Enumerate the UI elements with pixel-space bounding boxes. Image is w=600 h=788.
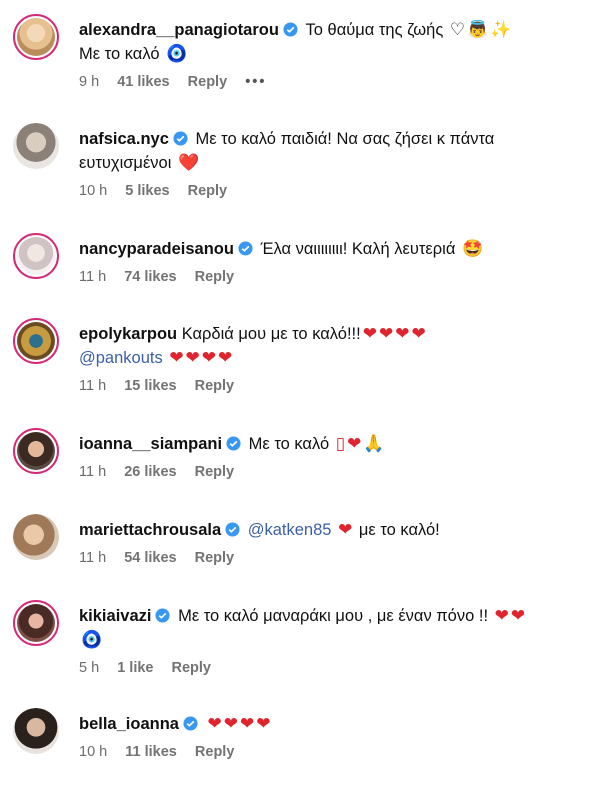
likes-count[interactable]: 54 likes: [124, 550, 176, 566]
likes-count[interactable]: 11 likes: [125, 744, 177, 760]
heart-emoji: ❤️: [177, 153, 202, 172]
timestamp: 11 h: [79, 269, 107, 285]
user-mention-link[interactable]: @pankouts: [79, 349, 163, 367]
avatar[interactable]: [13, 708, 59, 754]
reply-button[interactable]: Reply: [195, 464, 235, 480]
reply-button[interactable]: Reply: [188, 183, 228, 199]
likes-count[interactable]: 5 likes: [125, 183, 169, 199]
likes-count[interactable]: 74 likes: [124, 269, 176, 285]
reply-button[interactable]: Reply: [195, 550, 235, 566]
username[interactable]: ioanna__siampani: [79, 435, 222, 453]
comment-text: Έλα ναιιιιιιιι! Καλή λευτεριά: [260, 240, 456, 258]
heart-emoji: ❤❤❤❤: [169, 348, 235, 367]
avatar[interactable]: [13, 318, 59, 364]
heart-emoji: ❤❤❤❤: [362, 324, 428, 343]
more-options-icon[interactable]: •••: [245, 74, 266, 90]
verified-badge-icon: [238, 241, 253, 256]
verified-badge-icon: [173, 131, 188, 146]
comment-text: Με το καλό μαναράκι μου , με έναν πόνο !…: [178, 607, 489, 625]
comment-text: Με το καλό: [79, 45, 160, 63]
timestamp: 9 h: [79, 74, 100, 90]
user-mention-link[interactable]: @katken85: [248, 521, 332, 539]
comment-text: με το καλό!: [358, 521, 440, 539]
username[interactable]: alexandra__panagiotarou: [79, 21, 279, 39]
comment-text: Το θαύμα της ζωής: [305, 21, 444, 39]
verified-badge-icon: [183, 716, 198, 731]
comment-text: Καρδιά μου με το καλό!!!: [181, 325, 361, 343]
likes-count[interactable]: 1 like: [117, 660, 153, 676]
heart-emoji: ❤: [338, 520, 355, 539]
reply-button[interactable]: Reply: [195, 269, 235, 285]
timestamp: 10 h: [79, 744, 108, 760]
nazar-emoji: 🧿: [81, 630, 105, 649]
likes-count[interactable]: 15 likes: [124, 378, 176, 394]
reply-button[interactable]: Reply: [188, 74, 228, 90]
avatar[interactable]: [13, 233, 59, 279]
comment-text: Με το καλό: [248, 435, 330, 453]
reply-button[interactable]: Reply: [195, 378, 235, 394]
nazar-emoji: 🧿: [166, 44, 190, 63]
timestamp: 5 h: [79, 660, 100, 676]
timestamp: 11 h: [79, 464, 107, 480]
verified-badge-icon: [155, 608, 171, 623]
username[interactable]: mariettachrousala: [79, 521, 221, 539]
avatar[interactable]: [13, 123, 59, 169]
timestamp: 10 h: [79, 183, 108, 199]
avatar[interactable]: [13, 14, 59, 60]
avatar[interactable]: [13, 514, 59, 560]
emoji: ▯❤🙏: [335, 434, 387, 453]
comment-text: ευτυχισμένοι: [79, 154, 172, 172]
username[interactable]: nafsica.nyc: [79, 130, 169, 148]
avatar[interactable]: [13, 428, 59, 474]
reply-button[interactable]: Reply: [195, 744, 235, 760]
likes-count[interactable]: 26 likes: [124, 464, 176, 480]
reply-button[interactable]: Reply: [172, 660, 212, 676]
timestamp: 11 h: [79, 550, 107, 566]
comment-text: Με το καλό παιδιά! Να σας ζήσει κ πάντα: [195, 130, 495, 148]
heart-emoji: ❤❤: [494, 606, 528, 625]
verified-badge-icon: [225, 522, 240, 537]
username[interactable]: bella_ioanna: [79, 715, 179, 733]
heart-emoji: ❤❤❤❤: [207, 714, 273, 733]
verified-badge-icon: [283, 22, 298, 37]
username[interactable]: nancyparadeisanou: [79, 240, 234, 258]
avatar[interactable]: [13, 600, 59, 646]
star-struck-emoji: 🤩: [461, 239, 486, 258]
username[interactable]: kikiaivazi: [79, 607, 151, 625]
timestamp: 11 h: [79, 378, 107, 394]
likes-count[interactable]: 41 likes: [117, 74, 169, 90]
comments-list: alexandra__panagiotarou Το θαύμα της ζωή…: [0, 0, 600, 788]
verified-badge-icon: [226, 436, 241, 451]
username[interactable]: epolykarpou: [79, 325, 177, 343]
emoji: ♡👼✨: [449, 20, 514, 39]
